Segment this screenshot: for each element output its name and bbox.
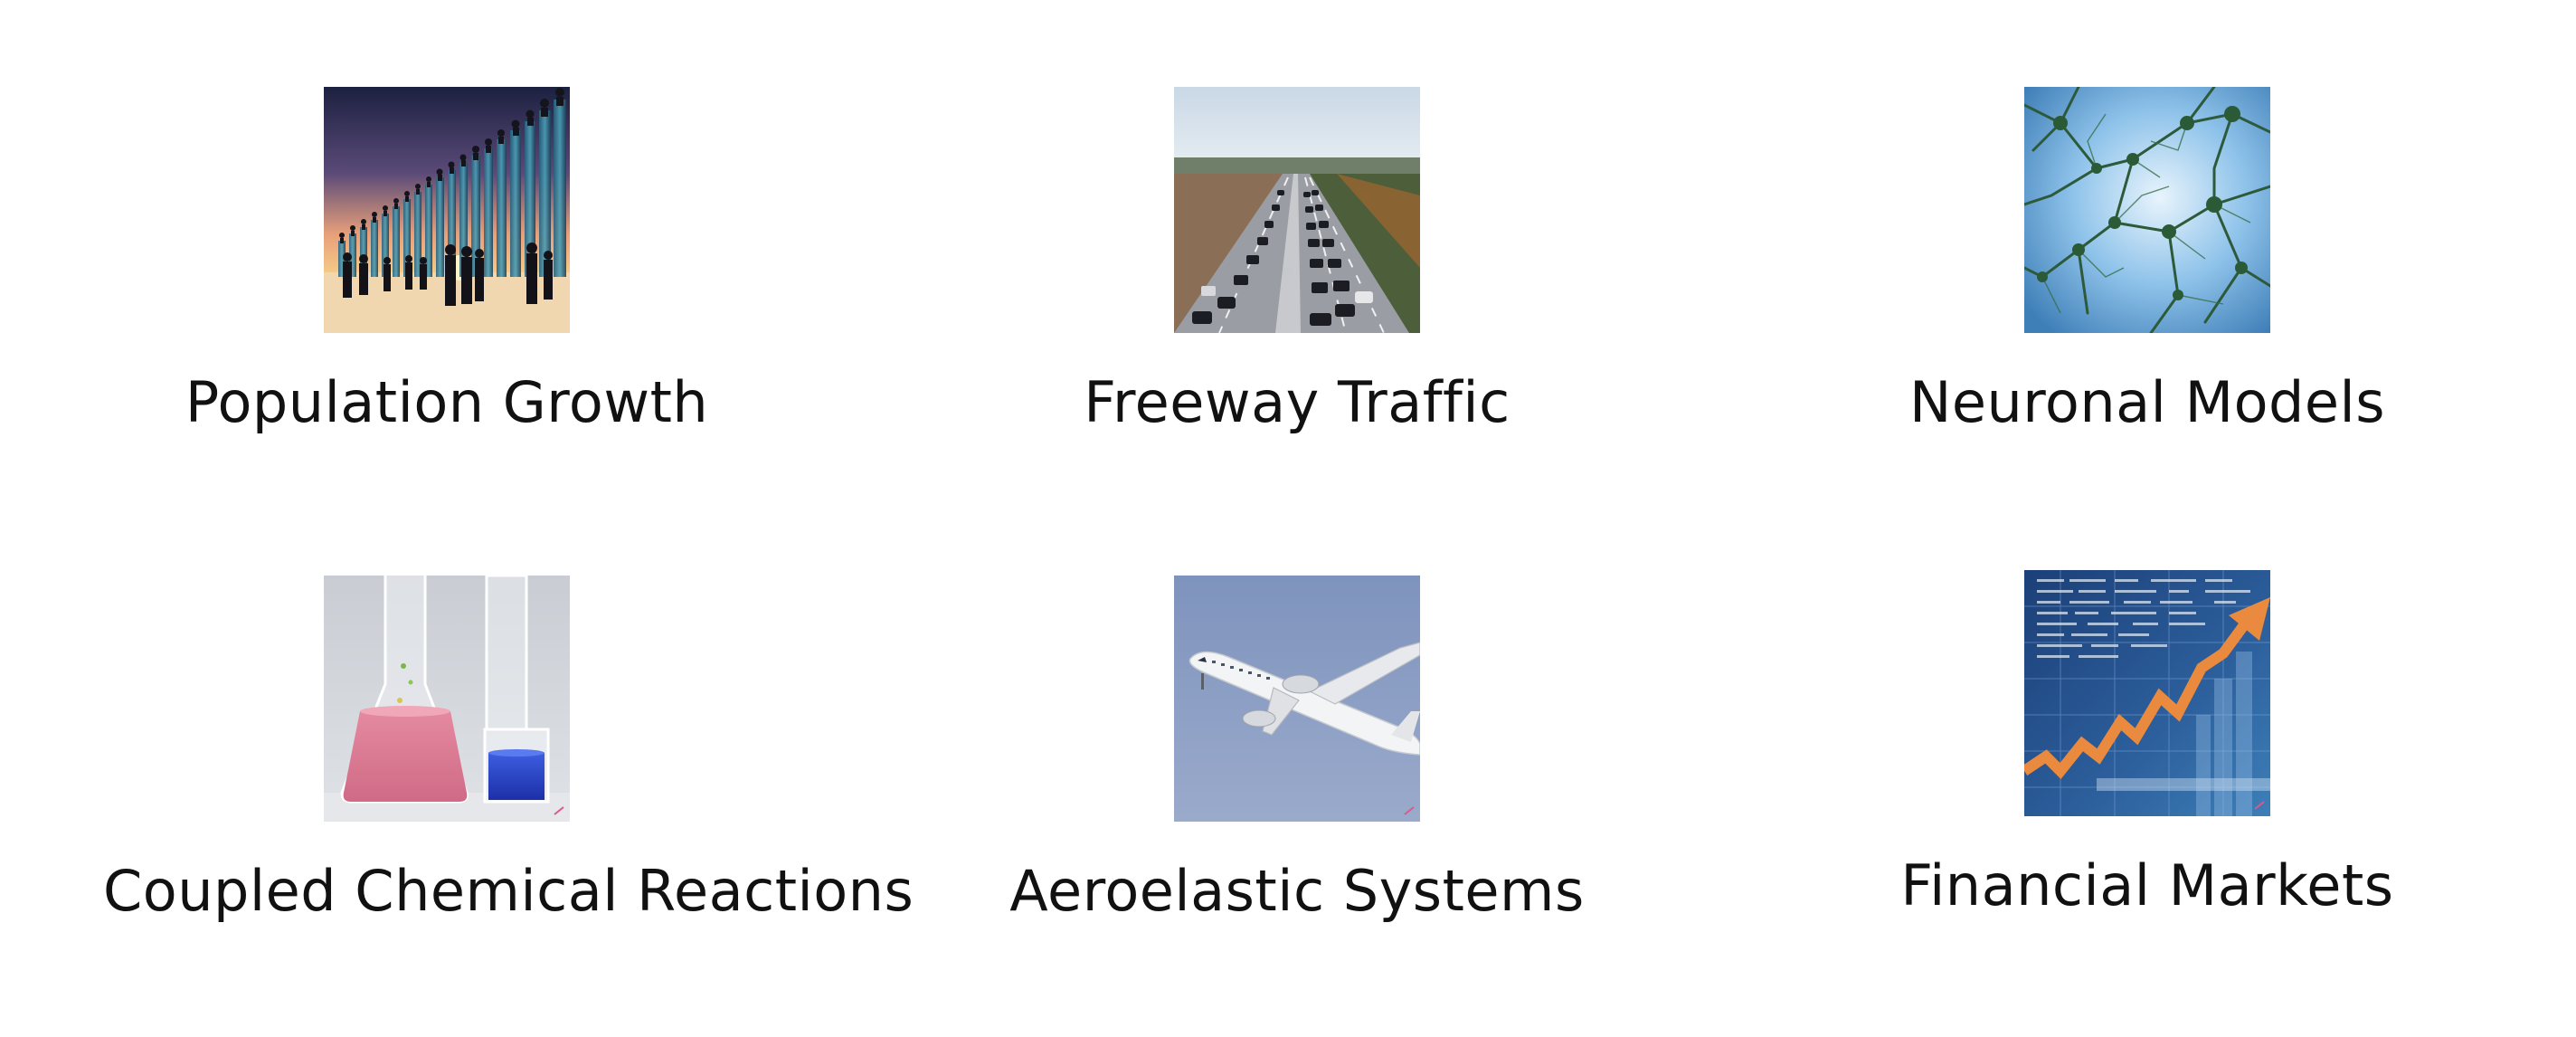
tile-caption: Aeroelastic Systems [1009,858,1585,924]
chemistry-flasks-image [324,576,570,822]
tile-caption: Coupled Chemical Reactions [103,858,914,924]
tile-caption: Financial Markets [1900,852,2394,918]
tile-coupled-chemical-reactions: Coupled Chemical Reactions [103,576,914,992]
tile-neuronal-models: Neuronal Models [1804,87,2491,503]
tile-freeway-traffic: Freeway Traffic [953,87,1641,503]
population-silhouettes-image [324,87,570,333]
tile-financial-markets: Financial Markets [1804,570,2491,986]
freeway-traffic-image [1174,87,1420,333]
tile-aeroelastic-systems: Aeroelastic Systems [953,576,1641,992]
tile-population-growth: Population Growth [103,87,791,503]
application-grid: Population Growth Freeway Traffic Neuron… [0,0,2576,1037]
tile-caption: Neuronal Models [1908,369,2386,435]
neuron-network-image [2024,87,2270,333]
airplane-image [1174,576,1420,822]
tile-caption: Population Growth [185,369,709,435]
tile-caption: Freeway Traffic [1084,369,1511,435]
stock-chart-image [2024,570,2270,816]
